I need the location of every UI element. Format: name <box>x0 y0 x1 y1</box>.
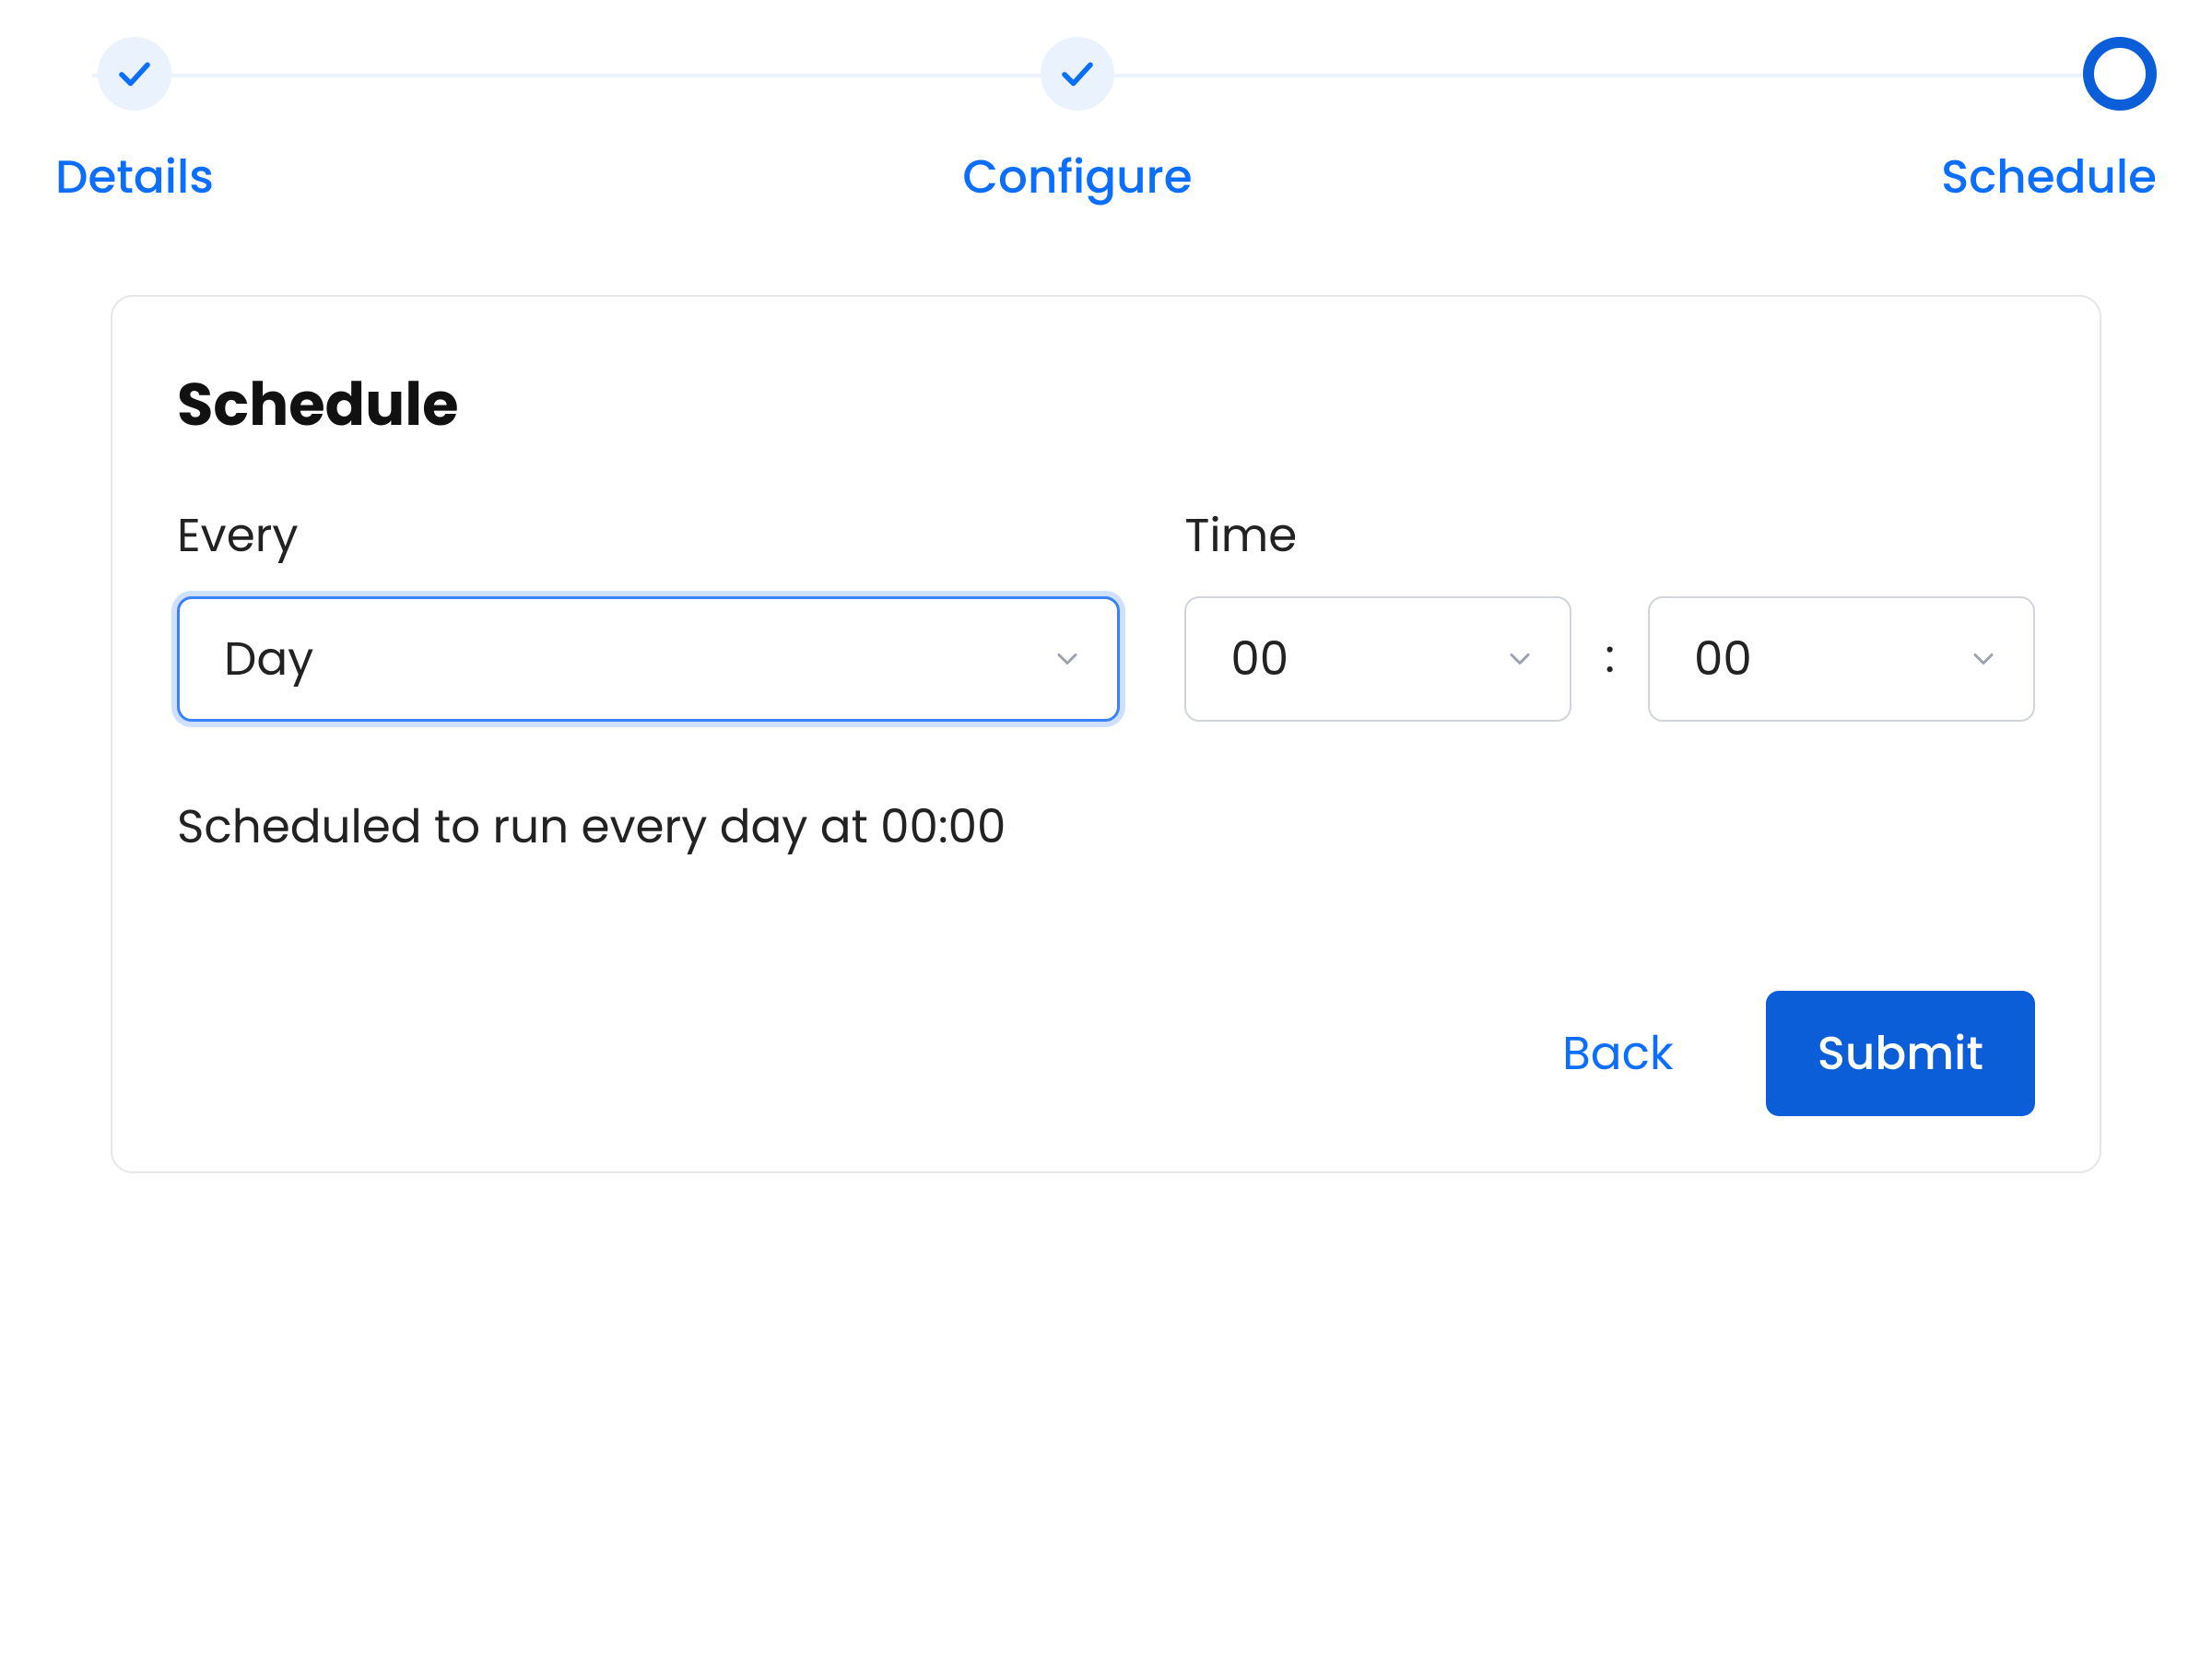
step-label: Schedule <box>1941 142 2157 212</box>
time-separator: : <box>1605 621 1615 697</box>
hour-select[interactable]: 00 <box>1184 596 1571 722</box>
step-label: Details <box>55 142 214 212</box>
every-select-value: Day <box>224 624 313 694</box>
chevron-down-icon <box>1051 642 1084 676</box>
chevron-down-icon <box>1967 642 2000 676</box>
current-step-icon <box>2083 37 2157 111</box>
step-details[interactable]: Details <box>55 37 214 212</box>
page: Details Configure Schedule Schedule Ever… <box>0 0 2212 1210</box>
check-icon <box>98 37 171 111</box>
step-configure[interactable]: Configure <box>962 37 1192 212</box>
schedule-summary: Scheduled to run every day at 00:00 <box>177 792 2035 862</box>
minute-select[interactable]: 00 <box>1648 596 2035 722</box>
stepper: Details Configure Schedule <box>55 37 2157 212</box>
every-field: Every Day <box>177 500 1120 722</box>
step-schedule[interactable]: Schedule <box>1941 37 2157 212</box>
every-label: Every <box>177 500 1120 571</box>
card-footer: Back Submit <box>177 991 2035 1116</box>
chevron-down-icon <box>1503 642 1536 676</box>
step-label: Configure <box>962 142 1192 212</box>
form-row: Every Day Time 00 : <box>177 500 2035 722</box>
submit-button[interactable]: Submit <box>1766 991 2035 1116</box>
hour-select-value: 00 <box>1230 624 1288 694</box>
time-label: Time <box>1184 500 2035 571</box>
check-icon <box>1041 37 1114 111</box>
minute-select-value: 00 <box>1694 624 1752 694</box>
every-select[interactable]: Day <box>177 596 1120 722</box>
time-group: 00 : 00 <box>1184 596 2035 722</box>
schedule-card: Schedule Every Day Time 00 <box>111 295 2101 1173</box>
back-button[interactable]: Back <box>1544 991 1692 1116</box>
time-field: Time 00 : 00 <box>1184 500 2035 722</box>
card-title: Schedule <box>177 361 2035 449</box>
